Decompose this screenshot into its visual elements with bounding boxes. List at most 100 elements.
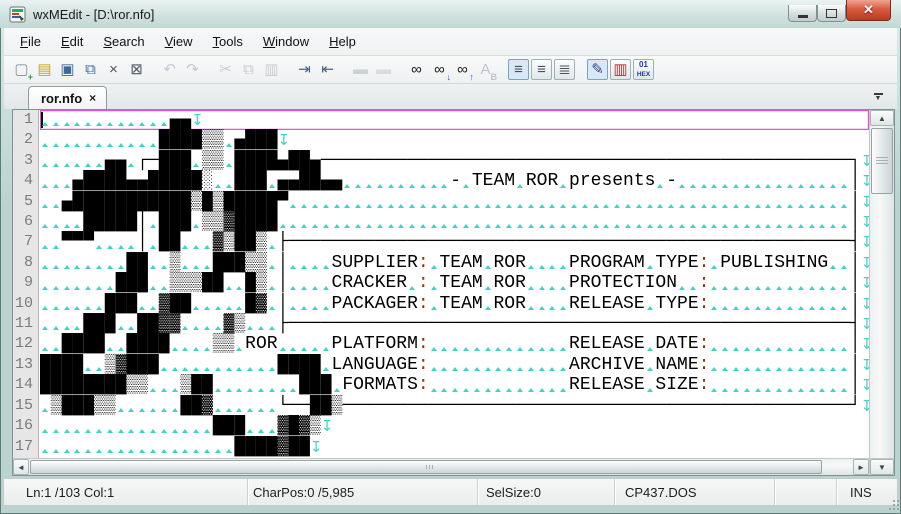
editor-line-8[interactable]: ██ ▒ ███▒▒ │ SUPPLIER: TEAM ROR PROGRAM TYPE: PUB… xyxy=(40,253,869,273)
wrap-by-column-icon[interactable]: ≣ xyxy=(554,59,575,80)
new-file-icon[interactable]: ▢ + xyxy=(11,59,33,82)
line-number: 15 xyxy=(14,396,33,414)
line-number: 16 xyxy=(14,417,33,435)
text-mode-icon[interactable]: ✎ xyxy=(587,59,608,80)
newline-marker-icon: ↧ xyxy=(860,172,869,191)
menu-item-file[interactable]: File xyxy=(10,29,51,54)
editor-line-4[interactable]: ▄████▄▄█████░ ███ ▄▄██▄▄ - TEAM ROR presents - │… xyxy=(40,171,869,191)
save-all-icon[interactable]: ⧉ xyxy=(80,59,101,80)
status-charpos: CharPos:0 /5,985 xyxy=(248,479,478,505)
close-all-icon[interactable]: ⊠ xyxy=(126,59,147,80)
line-number-gutter: 1 2 3 4 5 6 7 8 9 10 11 12 13 14 15 16 17 xyxy=(13,110,39,458)
horizontal-scrollbar[interactable]: ◄ ► xyxy=(13,458,869,475)
editor-line-5[interactable]: ▄███████████▒█▒█████▀ │↧ xyxy=(40,192,869,212)
scrollbar-corner: ▼ xyxy=(869,458,894,475)
text-area[interactable]: ▄▄↧ ████▒▒ ▄███↧ ▄▄ ┌─███ ▒▒ ████▄██▄─────────… xyxy=(39,110,869,458)
replace-icon[interactable]: AB xyxy=(475,59,497,82)
close-button[interactable]: ✕ xyxy=(846,0,891,21)
line-number: 3 xyxy=(23,151,33,169)
newline-marker-icon: ↧ xyxy=(191,111,204,129)
tab-label: ror.nfo xyxy=(41,90,83,106)
line-number: 5 xyxy=(23,192,33,210)
save-file-icon[interactable]: ▣ xyxy=(57,59,78,80)
cut-icon[interactable]: ✂ xyxy=(215,59,236,80)
hex-mode-icon[interactable]: 01 HEX xyxy=(633,59,654,80)
newline-marker-icon: ↧ xyxy=(860,253,869,272)
copy-icon[interactable]: ⧉ xyxy=(238,59,259,80)
menu-item-tools[interactable]: Tools xyxy=(203,29,253,54)
arrow-down-icon: ▼ xyxy=(878,462,886,472)
indent-icon[interactable]: ⇥ xyxy=(294,59,315,80)
editor-line-3[interactable]: ▄▄ ┌─███ ▒▒ ████▄██▄───────────────────────… xyxy=(40,151,869,171)
window-title: wxMEdit - [D:\ror.nfo] xyxy=(33,6,155,22)
editor-line-11[interactable]: ███ ██▓▓ ▓▒ ├──────────────────────────────… xyxy=(40,314,869,334)
status-bar: Ln:1 /103 Col:1 CharPos:0 /5,985 SelSize… xyxy=(3,478,898,506)
vertical-scrollbar[interactable]: ▲ xyxy=(869,110,894,458)
editor-line-13[interactable]: ████ ▒▓███ ████ LANGUAGE: ARCHIVE NAME: │↧ xyxy=(40,355,869,375)
status-selsize: SelSize:0 xyxy=(478,479,615,505)
scroll-up-button[interactable]: ▲ xyxy=(870,110,894,126)
menu-item-view[interactable]: View xyxy=(155,29,203,54)
editor-line-12[interactable]: ████ ████ ▒▒ ROR PLATFORM: RELEASE DATE: │↧ xyxy=(40,334,869,354)
newline-marker-icon: ↧ xyxy=(320,417,334,436)
editor-line-7[interactable]: ▀▀▀ │ ██ ▓▒██▒ ├────────────────────────────… xyxy=(40,232,869,252)
tab-ror-nfo[interactable]: ror.nfo × xyxy=(28,86,108,109)
newline-marker-icon: ↧ xyxy=(860,335,869,354)
newline-marker-icon: ↧ xyxy=(860,151,869,170)
tab-list-dropdown-button[interactable]: ▼ xyxy=(869,89,887,104)
scroll-left-button[interactable]: ◄ xyxy=(13,459,29,475)
line-number: 2 xyxy=(23,131,33,149)
arrow-up-icon: ▲ xyxy=(878,113,886,123)
find-icon[interactable]: ∞ xyxy=(406,59,427,80)
line-number: 6 xyxy=(23,213,33,231)
editor-line-9[interactable]: ███ ▒▒▒██ █▒ │ CRACKER: TEAM ROR PROTECTION: │↧ xyxy=(40,273,869,293)
tab-close-icon[interactable]: × xyxy=(89,91,96,105)
open-file-icon[interactable]: ▤ xyxy=(34,59,55,80)
uncomment-icon[interactable]: ▬ xyxy=(373,59,394,80)
minimize-button[interactable] xyxy=(788,5,817,22)
horizontal-scrollbar-thumb[interactable] xyxy=(30,460,822,474)
close-file-icon[interactable]: × xyxy=(103,59,124,80)
wrap-by-window-icon[interactable]: ≡ xyxy=(531,59,552,80)
menu-item-edit[interactable]: Edit xyxy=(51,29,93,54)
title-bar[interactable]: wxMEdit - [D:\ror.nfo] ✕ xyxy=(0,0,901,28)
paste-icon[interactable]: ▥ xyxy=(261,59,282,80)
line-number: 1 xyxy=(23,111,33,128)
editor-line-6[interactable]: █████│ ███ ▒▒▓████ │↧ xyxy=(40,212,869,232)
editor-line-14[interactable]: ████████▒▒ ▒██ ███ FORMATS: RELEASE SIZE: │↧ xyxy=(40,375,869,395)
scroll-down-button[interactable]: ▼ xyxy=(870,459,894,475)
newline-marker-icon: ↧ xyxy=(860,396,869,415)
unindent-icon[interactable]: ⇤ xyxy=(317,59,338,80)
line-number: 13 xyxy=(14,355,33,373)
newline-marker-icon: ↧ xyxy=(860,233,869,252)
newline-marker-icon: ↧ xyxy=(860,355,869,374)
newline-marker-icon: ↧ xyxy=(860,274,869,293)
chevron-down-icon: ▼ xyxy=(874,94,882,102)
wrap-none-icon[interactable]: ≡ xyxy=(508,59,529,80)
find-next-icon[interactable]: ∞ ↓ xyxy=(429,59,451,82)
menu-item-search[interactable]: Search xyxy=(93,29,154,54)
scroll-right-button[interactable]: ► xyxy=(853,459,869,475)
line-number: 17 xyxy=(14,437,33,455)
line-number: 7 xyxy=(23,233,33,251)
menu-item-help[interactable]: Help xyxy=(319,29,366,54)
tab-bar: ror.nfo × ▼ xyxy=(4,84,897,109)
undo-icon[interactable]: ↶ xyxy=(159,59,180,80)
editor-line-1[interactable]: ▄▄↧ xyxy=(40,110,869,130)
newline-marker-icon: ↧ xyxy=(860,192,869,211)
comment-icon[interactable]: ▬ xyxy=(350,59,371,80)
resize-grip[interactable] xyxy=(893,500,895,502)
editor-line-10[interactable]: ███ ▓██ █▓ │ PACKAGER: TEAM ROR RELEASE TYPE: │↧ xyxy=(40,294,869,314)
toolbar: ▢ + ▤ ▣ ⧉ × ⊠ ↶ ↷ ✂ ⧉ ▥ ⇥ ⇤ ▬ ▬ ∞ ∞ ↓ ∞ ↑ A B ≡ ≡ ≣ ✎ ▥ 01 HEX xyxy=(4,56,897,84)
menu-item-window[interactable]: Window xyxy=(253,29,319,54)
editor-line-16[interactable]: ███ ▓█▓▒↧ xyxy=(40,416,869,436)
editor-line-17[interactable]: ████▓██↧ xyxy=(40,437,869,457)
vertical-scrollbar-thumb[interactable] xyxy=(871,128,893,194)
status-cursor-position: Ln:1 /103 Col:1 xyxy=(4,479,248,505)
editor-line-2[interactable]: ████▒▒ ▄███↧ xyxy=(40,130,869,150)
column-mode-icon[interactable]: ▥ xyxy=(610,59,631,80)
maximize-button[interactable] xyxy=(817,5,846,22)
editor-line-15[interactable]: ▒███▒▒ ██▓ └──██▒─────────────────────────… xyxy=(40,396,869,416)
redo-icon[interactable]: ↷ xyxy=(182,59,203,80)
find-previous-icon[interactable]: ∞ ↑ xyxy=(452,59,474,82)
